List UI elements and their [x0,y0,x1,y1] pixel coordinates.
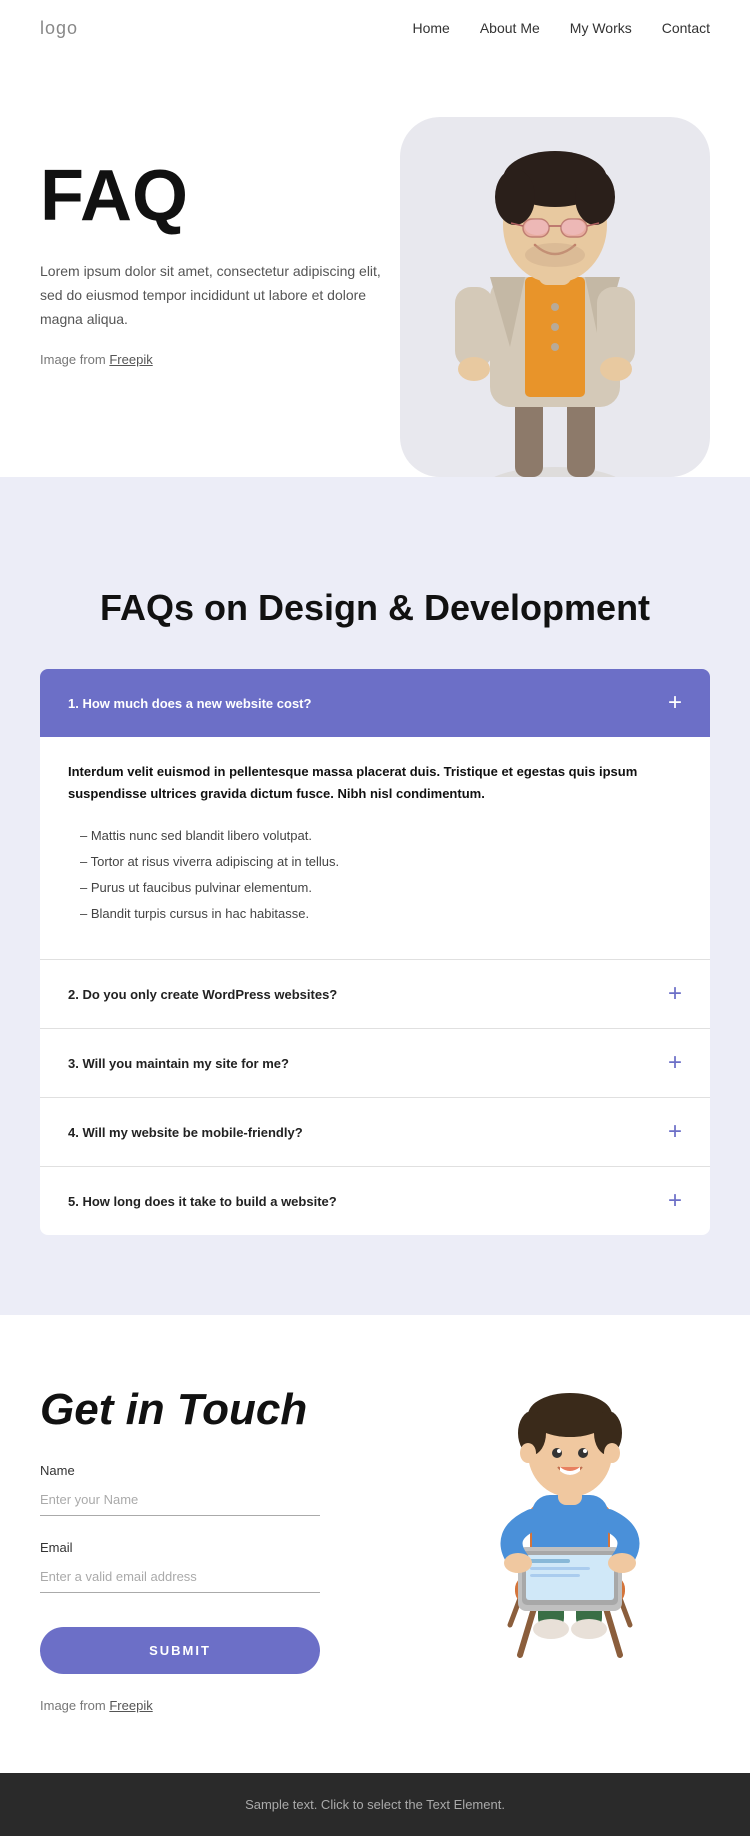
nav-links: Home About Me My Works Contact [412,20,710,38]
faq-accordion: 1. How much does a new website cost? + I… [40,669,710,1235]
faq-question-3: 3. Will you maintain my site for me? [68,1056,289,1071]
contact-title: Get in Touch [40,1385,320,1435]
faq-header-2[interactable]: 2. Do you only create WordPress websites… [40,960,710,1028]
hero-text-block: FAQ Lorem ipsum dolor sit amet, consecte… [40,117,400,367]
nav-contact[interactable]: Contact [662,20,710,36]
faq-list-1: Mattis nunc sed blandit libero volutpat.… [68,823,682,927]
faq-question-4: 4. Will my website be mobile-friendly? [68,1125,303,1140]
faq-expand-icon-5: + [668,1189,682,1213]
faq-section-title: FAQs on Design & Development [40,587,710,629]
faq-expand-icon-1: + [668,691,682,715]
faq-header-1[interactable]: 1. How much does a new website cost? + [40,669,710,737]
contact-person-illustration [450,1385,690,1665]
list-item: Purus ut faucibus pulvinar elementum. [68,875,682,901]
contact-image-credit: Image from Freepik [40,1698,320,1713]
contact-form-block: Get in Touch Name Email SUBMIT Image fro… [40,1385,320,1713]
logo: logo [40,18,78,39]
nav-home[interactable]: Home [412,20,449,36]
faq-question-5: 5. How long does it take to build a webs… [68,1194,337,1209]
contact-freepik-link[interactable]: Freepik [109,1698,152,1713]
faq-header-5[interactable]: 5. How long does it take to build a webs… [40,1167,710,1235]
contact-illustration [430,1385,710,1665]
hero-image-credit: Image from Freepik [40,352,400,367]
hero-freepik-link[interactable]: Freepik [109,352,152,367]
faq-item-5: 5. How long does it take to build a webs… [40,1167,710,1235]
name-label: Name [40,1463,320,1478]
nav-works[interactable]: My Works [570,20,632,36]
email-form-group: Email [40,1540,320,1593]
faq-expand-icon-3: + [668,1051,682,1075]
faq-question-1: 1. How much does a new website cost? [68,696,311,711]
faq-body-1: Interdum velit euismod in pellentesque m… [40,737,710,959]
navbar: logo Home About Me My Works Contact [0,0,750,57]
faq-body-bold-1: Interdum velit euismod in pellentesque m… [68,761,682,805]
list-item: Tortor at risus viverra adipiscing at in… [68,849,682,875]
list-item: Blandit turpis cursus in hac habitasse. [68,901,682,927]
faq-item-1: 1. How much does a new website cost? + I… [40,669,710,960]
name-form-group: Name [40,1463,320,1516]
hero-title: FAQ [40,157,400,236]
faq-header-3[interactable]: 3. Will you maintain my site for me? + [40,1029,710,1097]
email-input[interactable] [40,1561,320,1593]
hero-person-illustration [415,147,695,477]
faq-section: FAQs on Design & Development 1. How much… [0,527,750,1315]
faq-item-3: 3. Will you maintain my site for me? + [40,1029,710,1098]
faq-item-4: 4. Will my website be mobile-friendly? + [40,1098,710,1167]
hero-section: FAQ Lorem ipsum dolor sit amet, consecte… [0,57,750,477]
hero-image-container [400,117,710,477]
email-label: Email [40,1540,320,1555]
faq-question-2: 2. Do you only create WordPress websites… [68,987,337,1002]
contact-section: Get in Touch Name Email SUBMIT Image fro… [0,1315,750,1773]
footer: Sample text. Click to select the Text El… [0,1773,750,1836]
list-item: Mattis nunc sed blandit libero volutpat. [68,823,682,849]
faq-expand-icon-2: + [668,982,682,1006]
hero-description: Lorem ipsum dolor sit amet, consectetur … [40,260,400,331]
footer-text: Sample text. Click to select the Text El… [40,1797,710,1812]
submit-button[interactable]: SUBMIT [40,1627,320,1674]
faq-item-2: 2. Do you only create WordPress websites… [40,960,710,1029]
faq-header-4[interactable]: 4. Will my website be mobile-friendly? + [40,1098,710,1166]
nav-about[interactable]: About Me [480,20,540,36]
name-input[interactable] [40,1484,320,1516]
faq-expand-icon-4: + [668,1120,682,1144]
